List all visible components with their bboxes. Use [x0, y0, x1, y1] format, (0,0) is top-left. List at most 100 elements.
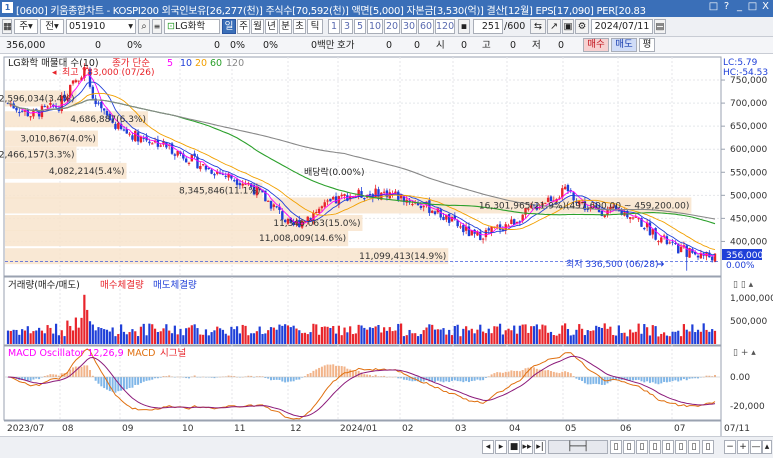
volume-bar	[433, 329, 437, 344]
volume-bar	[244, 325, 247, 344]
view-3-icon[interactable]: ▯	[636, 440, 648, 454]
interval-day-button[interactable]: 일	[222, 19, 236, 34]
interval-year-button[interactable]: 년	[265, 19, 278, 34]
buy-button[interactable]: 매수	[583, 38, 609, 52]
candle-body	[148, 141, 151, 144]
minute-60-button[interactable]: 60	[418, 19, 434, 34]
interval-minute-button[interactable]: 분	[279, 19, 292, 34]
date-input[interactable]: 2024/07/11	[591, 19, 653, 34]
zoom-in-icon[interactable]: +	[737, 440, 749, 454]
macd-oscillator-bar	[578, 377, 581, 380]
minute-30-button[interactable]: 30	[401, 19, 417, 34]
expand-icon[interactable]: ▴	[762, 440, 772, 454]
scroll-play-icon[interactable]: ▸	[495, 440, 507, 454]
stock-code-input[interactable]: 051910 ▾	[66, 19, 136, 34]
volume-bar	[233, 329, 236, 344]
help-icon[interactable]: ?	[721, 1, 732, 12]
settings-icon[interactable]: ⚙	[575, 19, 589, 34]
interval-month-button[interactable]: 월	[251, 19, 264, 34]
scroll-right-icon[interactable]: ▸▸	[521, 440, 533, 454]
macd-oscillator-bar	[541, 369, 544, 377]
minute-10-button[interactable]: 10	[367, 19, 383, 34]
minimize-icon[interactable]: _	[734, 1, 745, 12]
macd-oscillator-bar	[450, 377, 453, 381]
candle-body	[603, 215, 606, 218]
scroll-end-icon[interactable]: ▸|	[534, 440, 546, 454]
candle-body	[29, 116, 32, 118]
volume-bar	[377, 325, 380, 344]
candle-body	[173, 154, 177, 156]
volume-bar	[708, 331, 711, 344]
volume-bar	[122, 331, 126, 344]
volume-bar	[357, 324, 360, 344]
minute-120-button[interactable]: 120	[435, 19, 455, 34]
interval-tick-button[interactable]: 틱	[307, 19, 323, 34]
volume-bar	[688, 331, 691, 344]
volume-bar	[193, 324, 196, 344]
view-5-icon[interactable]: ▯	[662, 440, 674, 454]
maximize-icon[interactable]: □	[747, 1, 758, 12]
volume-bar	[6, 330, 10, 344]
window-titlebar: 1 [0600] 키움종합차트 - KOSPI200 외국인보유[26,277(…	[0, 0, 773, 17]
volume-bar	[136, 336, 140, 344]
macd-oscillator-bar	[648, 377, 651, 383]
volume-panel-controls[interactable]: ▯ ▯ ▴	[733, 280, 754, 290]
volume-bar	[677, 330, 680, 344]
macd-oscillator-bar	[499, 372, 502, 377]
data-count-input[interactable]: 251	[473, 19, 503, 34]
zoom-slider[interactable]: ├──┤	[548, 440, 608, 454]
candle-body	[431, 210, 434, 213]
sell-button[interactable]: 매도	[611, 38, 637, 52]
volume-bar	[558, 333, 561, 344]
interval-settings-icon[interactable]: ▪	[458, 19, 470, 34]
macd-oscillator-bar	[281, 377, 284, 382]
minute-3-button[interactable]: 3	[341, 19, 353, 34]
view-4-icon[interactable]: ▯	[649, 440, 661, 454]
zoom-reset-icon[interactable]: —	[750, 440, 762, 454]
volume-bar	[54, 323, 58, 344]
period-select[interactable]: 주▾	[14, 19, 38, 34]
hc-label: HC:-54.53	[723, 68, 768, 78]
stock-name-field[interactable]: ⊡LG화학	[164, 19, 220, 34]
average-button[interactable]: 평	[639, 38, 655, 52]
volume-bar	[674, 331, 677, 344]
volume-bar	[264, 333, 267, 344]
volume-bar	[216, 326, 219, 344]
scroll-stop-icon[interactable]: ■	[508, 440, 520, 454]
candle-body	[419, 206, 423, 209]
volume-bar	[699, 331, 702, 344]
volume-bar	[535, 324, 538, 344]
prev-select[interactable]: 전▾	[40, 19, 64, 34]
macd-legend-osc: MACD Oscillator 12,26,9	[8, 348, 124, 359]
save-icon[interactable]: ▣	[562, 19, 574, 34]
macd-oscillator-bar	[134, 377, 137, 386]
chart-type-icon[interactable]: ↗	[547, 19, 561, 34]
close-icon[interactable]: X	[760, 1, 771, 12]
menu-grid-icon[interactable]: ▦	[2, 19, 12, 34]
calendar-icon[interactable]: ▤	[654, 19, 666, 34]
interval-second-button[interactable]: 초	[293, 19, 306, 34]
chart-area[interactable]: 2,596,034(3.4%) 4,686,887(6.3%) 3,010,867(…	[0, 55, 773, 437]
volume-bar	[111, 327, 114, 344]
macd-panel-controls[interactable]: ▯ + ▴	[733, 348, 756, 358]
zoom-out-icon[interactable]: −	[724, 440, 736, 454]
compare-icon[interactable]: ⇆	[530, 19, 546, 34]
search-icon[interactable]: ⌕	[138, 19, 150, 34]
macd-oscillator-bar	[668, 377, 671, 382]
restore-icon[interactable]: □	[708, 1, 719, 12]
stock-list-icon[interactable]: ≡	[152, 19, 162, 34]
view-8-icon[interactable]: ▯	[702, 440, 714, 454]
macd-oscillator-bar	[151, 377, 154, 380]
view-7-icon[interactable]: ▯	[688, 440, 700, 454]
view-6-icon[interactable]: ▯	[675, 440, 687, 454]
high-label: 고	[482, 40, 491, 51]
macd-oscillator-bar	[586, 377, 589, 385]
view-1-icon[interactable]: ▯	[610, 440, 622, 454]
minute-20-button[interactable]: 20	[384, 19, 400, 34]
view-2-icon[interactable]: ▯	[623, 440, 635, 454]
minute-5-button[interactable]: 5	[354, 19, 366, 34]
minute-1-button[interactable]: 1	[328, 19, 340, 34]
volume-bar	[711, 329, 714, 344]
scroll-left-icon[interactable]: ◂	[482, 440, 494, 454]
interval-week-button[interactable]: 주	[237, 19, 250, 34]
